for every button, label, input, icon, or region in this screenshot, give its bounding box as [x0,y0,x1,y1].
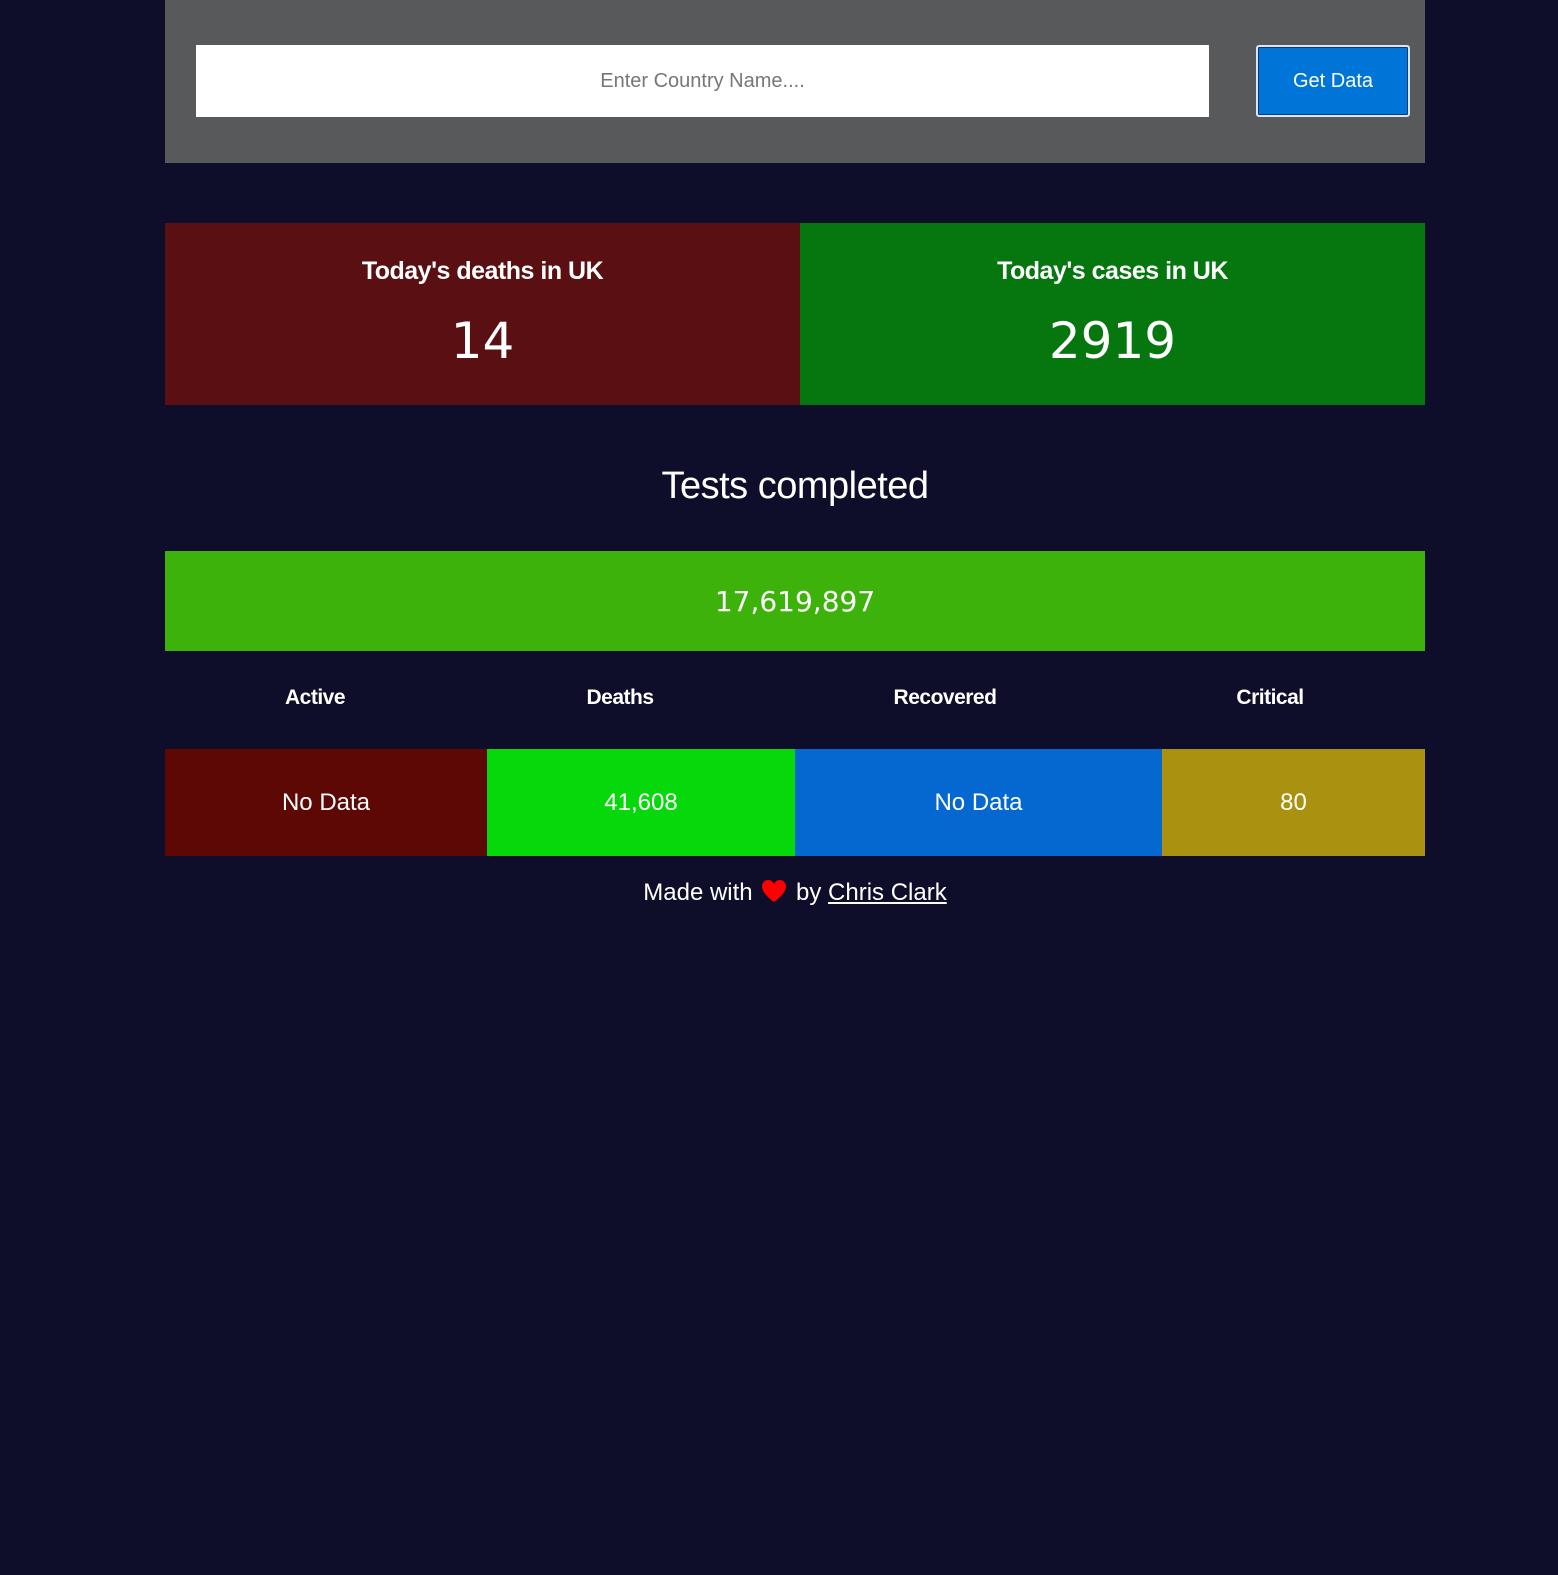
deaths-value: 41,608 [487,749,795,856]
get-data-button[interactable]: Get Data [1256,45,1410,117]
search-panel: Get Data [165,0,1425,163]
today-cases-card: Today's cases in UK 2919 [800,223,1425,405]
active-header: Active [284,686,346,709]
author-link[interactable]: Chris Clark [828,879,947,906]
today-stats-row: Today's deaths in UK 14 Today's cases in… [165,223,1425,405]
active-value: No Data [165,749,487,856]
today-deaths-label: Today's deaths in UK [361,257,604,285]
deaths-header: Deaths [586,686,654,709]
today-cases-value: 2919 [1048,312,1177,370]
today-deaths-card: Today's deaths in UK 14 [165,223,800,405]
recovered-header: Recovered [893,686,997,709]
stats-row: No Data 41,608 No Data 80 [165,749,1425,856]
critical-value: 80 [1162,749,1425,856]
footer-by: by [796,879,822,906]
footer: Made with by Chris Clark [0,879,1558,907]
today-deaths-value: 14 [450,312,515,370]
recovered-value: No Data [795,749,1162,856]
country-search-input[interactable] [196,45,1209,117]
today-cases-label: Today's cases in UK [997,257,1228,285]
tests-title: Tests completed [661,465,929,507]
heart-icon [762,880,787,902]
critical-header: Critical [1236,686,1304,709]
tests-value: 17,619,897 [165,551,1425,651]
footer-prefix: Made with [643,879,753,906]
